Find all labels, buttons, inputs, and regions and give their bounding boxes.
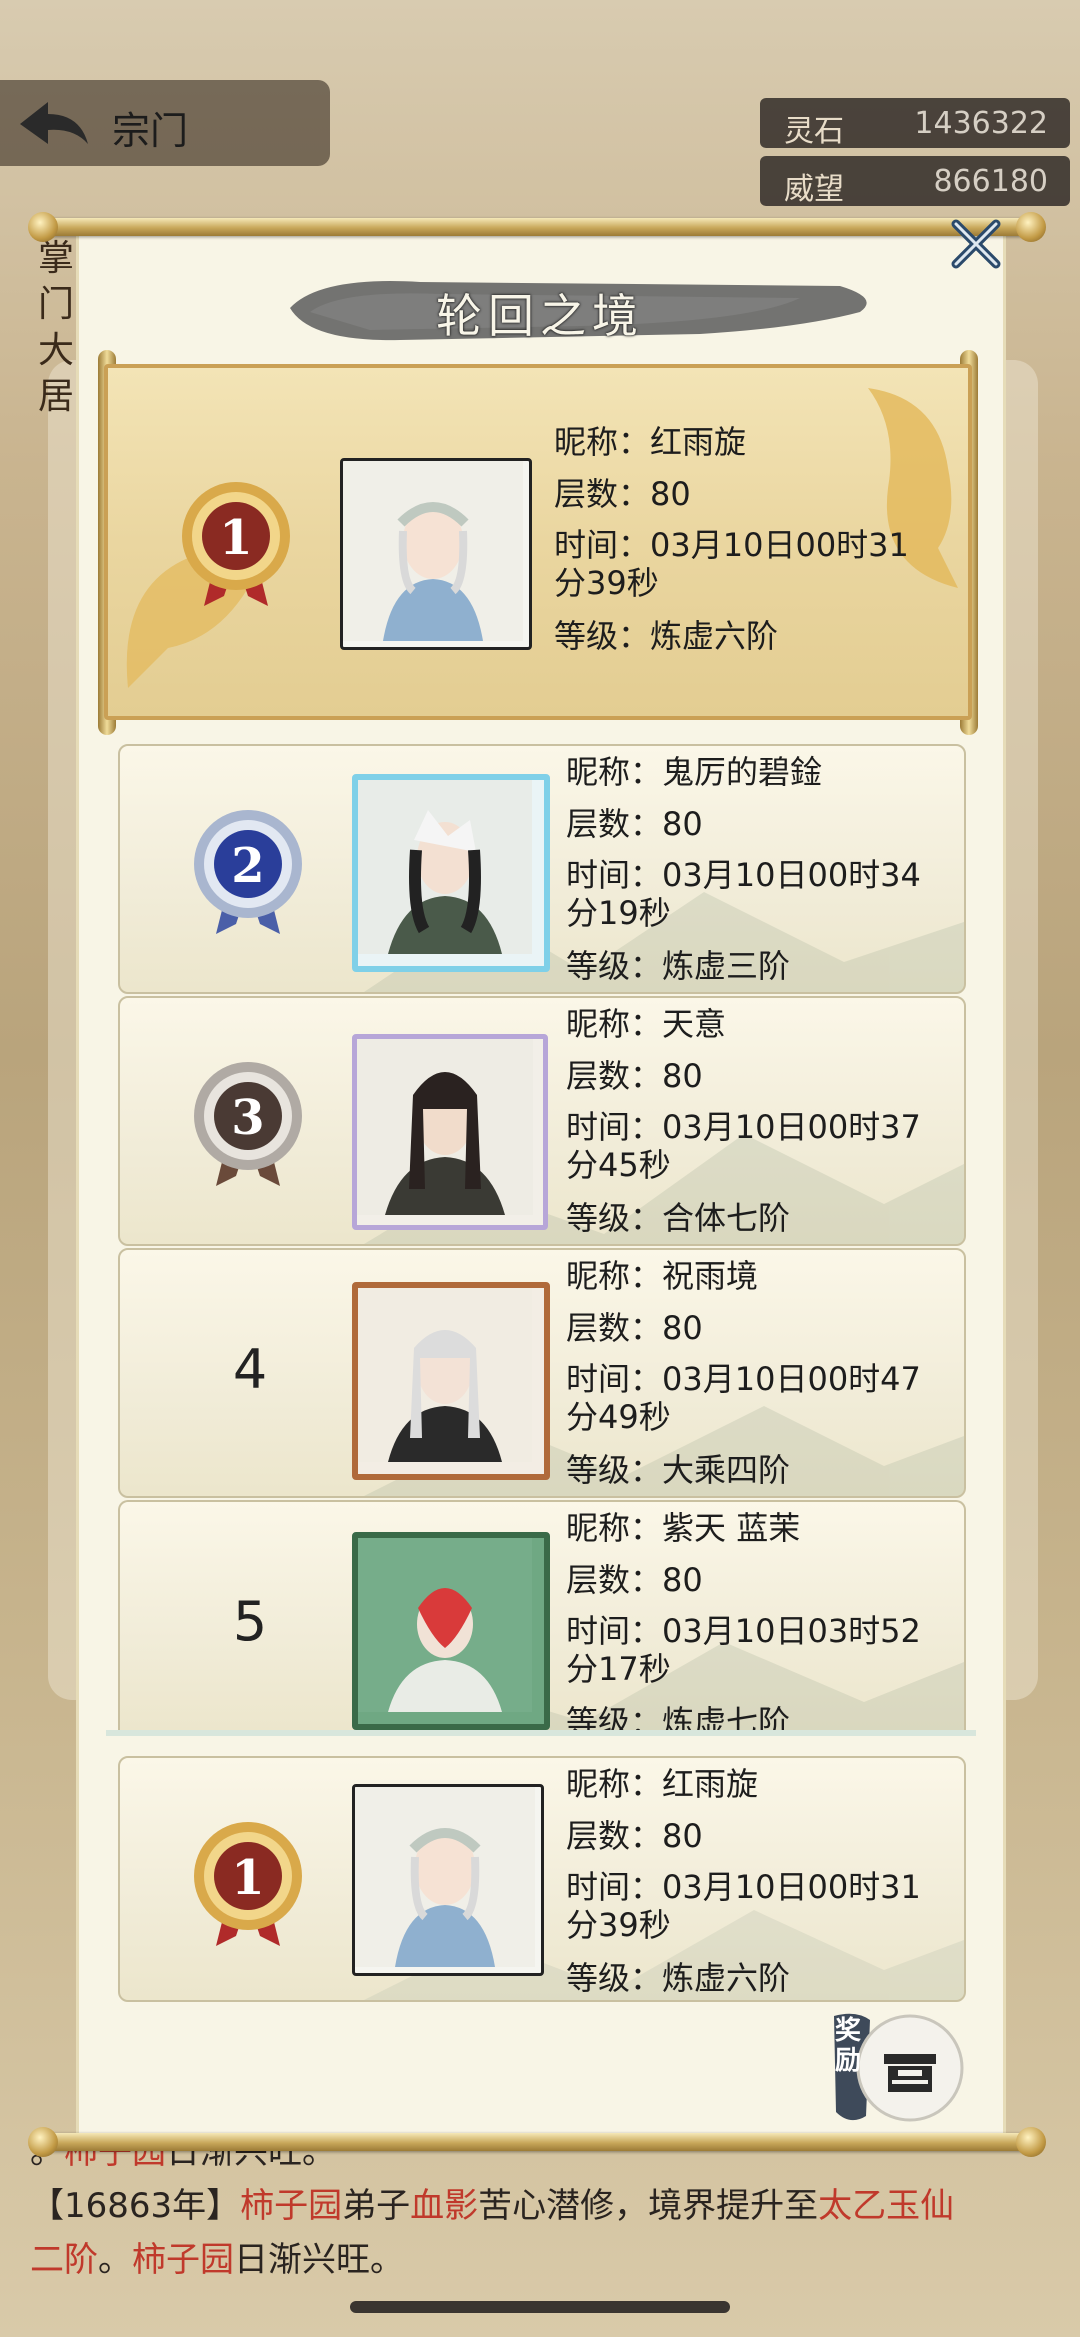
scroll-rod-bottom	[28, 2127, 1046, 2157]
clear-time: 03月10日00时47	[662, 1360, 921, 1398]
character-portrait	[355, 1787, 535, 1967]
svg-text:1: 1	[231, 1850, 264, 1906]
rank-entry[interactable]: 2 昵称：鬼厉的碧鍂 层数：80 时间：03月10日00时34 分19秒 等级：炼…	[118, 744, 966, 994]
background-side-text: 掌门大居	[38, 238, 75, 417]
floor-count: 80	[662, 1057, 703, 1095]
rank-1-medal-icon: 1	[194, 1822, 302, 1946]
player-nickname: 祝雨境	[662, 1257, 759, 1295]
player-nickname: 红雨旋	[662, 1765, 759, 1803]
resource-value: 1436322	[914, 106, 1048, 141]
cultivation-level: 炼虚六阶	[662, 1959, 791, 1997]
rank-entry[interactable]: 1 昵称：红雨旋 层数：80 时间：03月10日00时31 分39秒 等级：炼虚六…	[104, 364, 972, 720]
clear-time: 03月10日00时37	[662, 1108, 921, 1146]
spirit-stone-counter: 灵石 1436322	[760, 98, 1070, 149]
prestige-counter: 威望 866180	[760, 156, 1070, 207]
rank-entry[interactable]: 5 昵称：紫天 蓝茉 层数：80 时间：03月10日03时52 分17秒 等级：炼…	[118, 1500, 966, 1732]
rank-entry[interactable]: 4 昵称：祝雨境 层数：80 时间：03月10日00时47 分49秒 等级：大乘四…	[118, 1248, 966, 1498]
log-line: 二阶。柿子园日渐兴旺。	[30, 2240, 404, 2280]
close-icon[interactable]	[948, 216, 1004, 272]
clear-time: 03月10日03时52	[662, 1612, 921, 1650]
clear-time: 03月10日00时34	[662, 856, 921, 894]
svg-text:2: 2	[231, 838, 264, 894]
cultivation-level: 炼虚三阶	[662, 947, 791, 985]
avatar[interactable]	[340, 458, 532, 650]
rank-number: 4	[232, 1338, 268, 1401]
my-rank-entry[interactable]: 1 昵称：红雨旋 层数：80 时间：03月10日00时31 分39秒 等级：炼虚六…	[118, 1756, 966, 2002]
svg-text:1: 1	[219, 510, 252, 566]
entry-info: 昵称：天意 层数：80 时间：03月10日00时37 分45秒 等级：合体七阶	[566, 1005, 921, 1237]
page-title: 宗门	[112, 109, 189, 153]
rank-3-medal-icon: 3	[194, 1062, 302, 1186]
rank-2-medal-icon: 2	[194, 810, 302, 934]
avatar[interactable]	[352, 1532, 550, 1730]
treasure-chest-icon	[884, 2054, 936, 2092]
rank-1-medal-icon: 1	[182, 482, 290, 606]
avatar[interactable]	[352, 1282, 550, 1480]
entry-info: 昵称：紫天 蓝茉 层数：80 时间：03月10日03时52 分17秒 等级：炼虚七…	[566, 1502, 946, 1732]
player-nickname: 红雨旋	[650, 423, 747, 461]
entry-info: 昵称：红雨旋 层数：80 时间：03月10日00时31 分39秒 等级：炼虚六阶	[566, 1765, 921, 1997]
list-divider	[106, 1730, 976, 1736]
scroll-rod-top	[28, 212, 1046, 242]
resource-label: 威望	[784, 172, 844, 207]
cultivation-level: 炼虚七阶	[662, 1703, 791, 1732]
reward-label: 奖励	[834, 2016, 861, 2076]
player-nickname: 紫天 蓝茉	[662, 1509, 801, 1547]
resource-label: 灵石	[784, 114, 844, 149]
avatar[interactable]	[352, 774, 550, 972]
back-arrow-icon[interactable]	[14, 96, 94, 152]
floor-count: 80	[650, 475, 691, 513]
rank-entry[interactable]: 3 昵称：天意 层数：80 时间：03月10日00时37 分45秒 等级：合体七阶	[118, 996, 966, 1246]
floor-count: 80	[662, 805, 703, 843]
cultivation-level: 合体七阶	[662, 1199, 791, 1237]
clear-time: 03月10日00时31	[662, 1868, 921, 1906]
home-indicator[interactable]	[350, 2301, 730, 2313]
avatar[interactable]	[352, 1034, 548, 1230]
character-portrait	[358, 1288, 532, 1462]
floor-count: 80	[662, 1561, 703, 1599]
clear-time: 03月10日00时31	[650, 526, 909, 564]
entry-info: 昵称：祝雨境 层数：80 时间：03月10日00时47 分49秒 等级：大乘四阶	[566, 1257, 921, 1489]
character-portrait	[357, 1039, 533, 1215]
floor-count: 80	[662, 1309, 703, 1347]
character-portrait	[343, 461, 523, 641]
character-portrait	[358, 1538, 532, 1712]
player-nickname: 天意	[662, 1005, 727, 1043]
resource-value: 866180	[933, 164, 1048, 199]
entry-info: 昵称：红雨旋 层数：80 时间：03月10日00时31 分39秒 等级：炼虚六阶	[554, 423, 909, 655]
character-portrait	[358, 780, 532, 954]
floor-count: 80	[662, 1817, 703, 1855]
player-nickname: 鬼厉的碧鍂	[662, 753, 823, 791]
avatar[interactable]	[352, 1784, 544, 1976]
cultivation-level: 大乘四阶	[662, 1451, 791, 1489]
rank-number: 5	[232, 1590, 268, 1653]
entry-info: 昵称：鬼厉的碧鍂 层数：80 时间：03月10日00时34 分19秒 等级：炼虚三…	[566, 753, 921, 985]
log-line: 【16863年】柿子园弟子血影苦心潜修，境界提升至太乙玉仙	[30, 2186, 955, 2226]
cultivation-level: 炼虚六阶	[650, 617, 779, 655]
svg-text:3: 3	[231, 1090, 264, 1146]
modal-title: 轮回之境	[436, 289, 644, 343]
